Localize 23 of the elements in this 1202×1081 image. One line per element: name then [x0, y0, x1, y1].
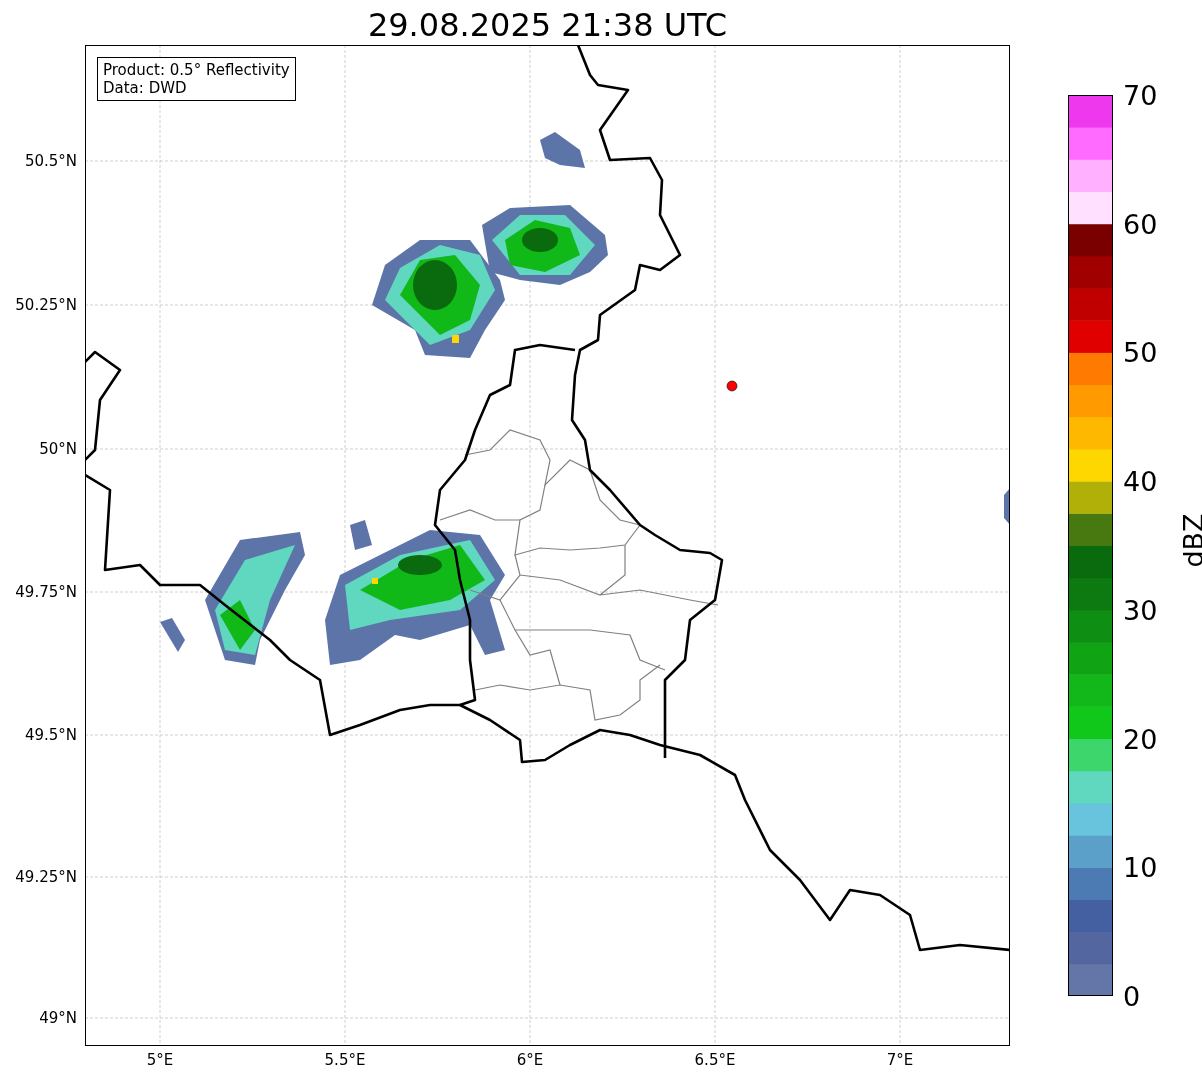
scale-label: 50 — [1123, 336, 1158, 368]
longitude-label: 5°E — [146, 1051, 174, 1069]
longitude-label: 5.5°E — [324, 1051, 366, 1069]
latitude-label: 50°N — [39, 440, 77, 458]
latitude-label: 49.75°N — [15, 583, 77, 601]
chart-title: 29.08.2025 21:38 UTC — [366, 5, 729, 45]
scale-label: 10 — [1123, 851, 1158, 883]
longitude-label: 6°E — [516, 1051, 544, 1069]
longitude-label: 6.5°E — [694, 1051, 736, 1069]
longitude-label: 7°E — [886, 1051, 914, 1069]
latitude-label: 49°N — [39, 1009, 77, 1027]
legend-text: Data: DWD — [103, 79, 188, 97]
legend-text: Product: 0.5° Reflectivity — [103, 61, 290, 79]
scale-label: 20 — [1123, 723, 1158, 755]
scale-label: 70 — [1123, 79, 1158, 111]
latitude-label: 50.5°N — [24, 152, 77, 170]
scale-label: 0 — [1123, 980, 1141, 1012]
scale-label: 60 — [1123, 208, 1158, 240]
latitude-label: 50.25°N — [15, 296, 77, 314]
scale-label: 40 — [1123, 465, 1158, 497]
latitude-label: 49.5°N — [24, 726, 77, 744]
scale-label: 30 — [1123, 594, 1158, 626]
latitude-label: 49.25°N — [15, 868, 77, 886]
